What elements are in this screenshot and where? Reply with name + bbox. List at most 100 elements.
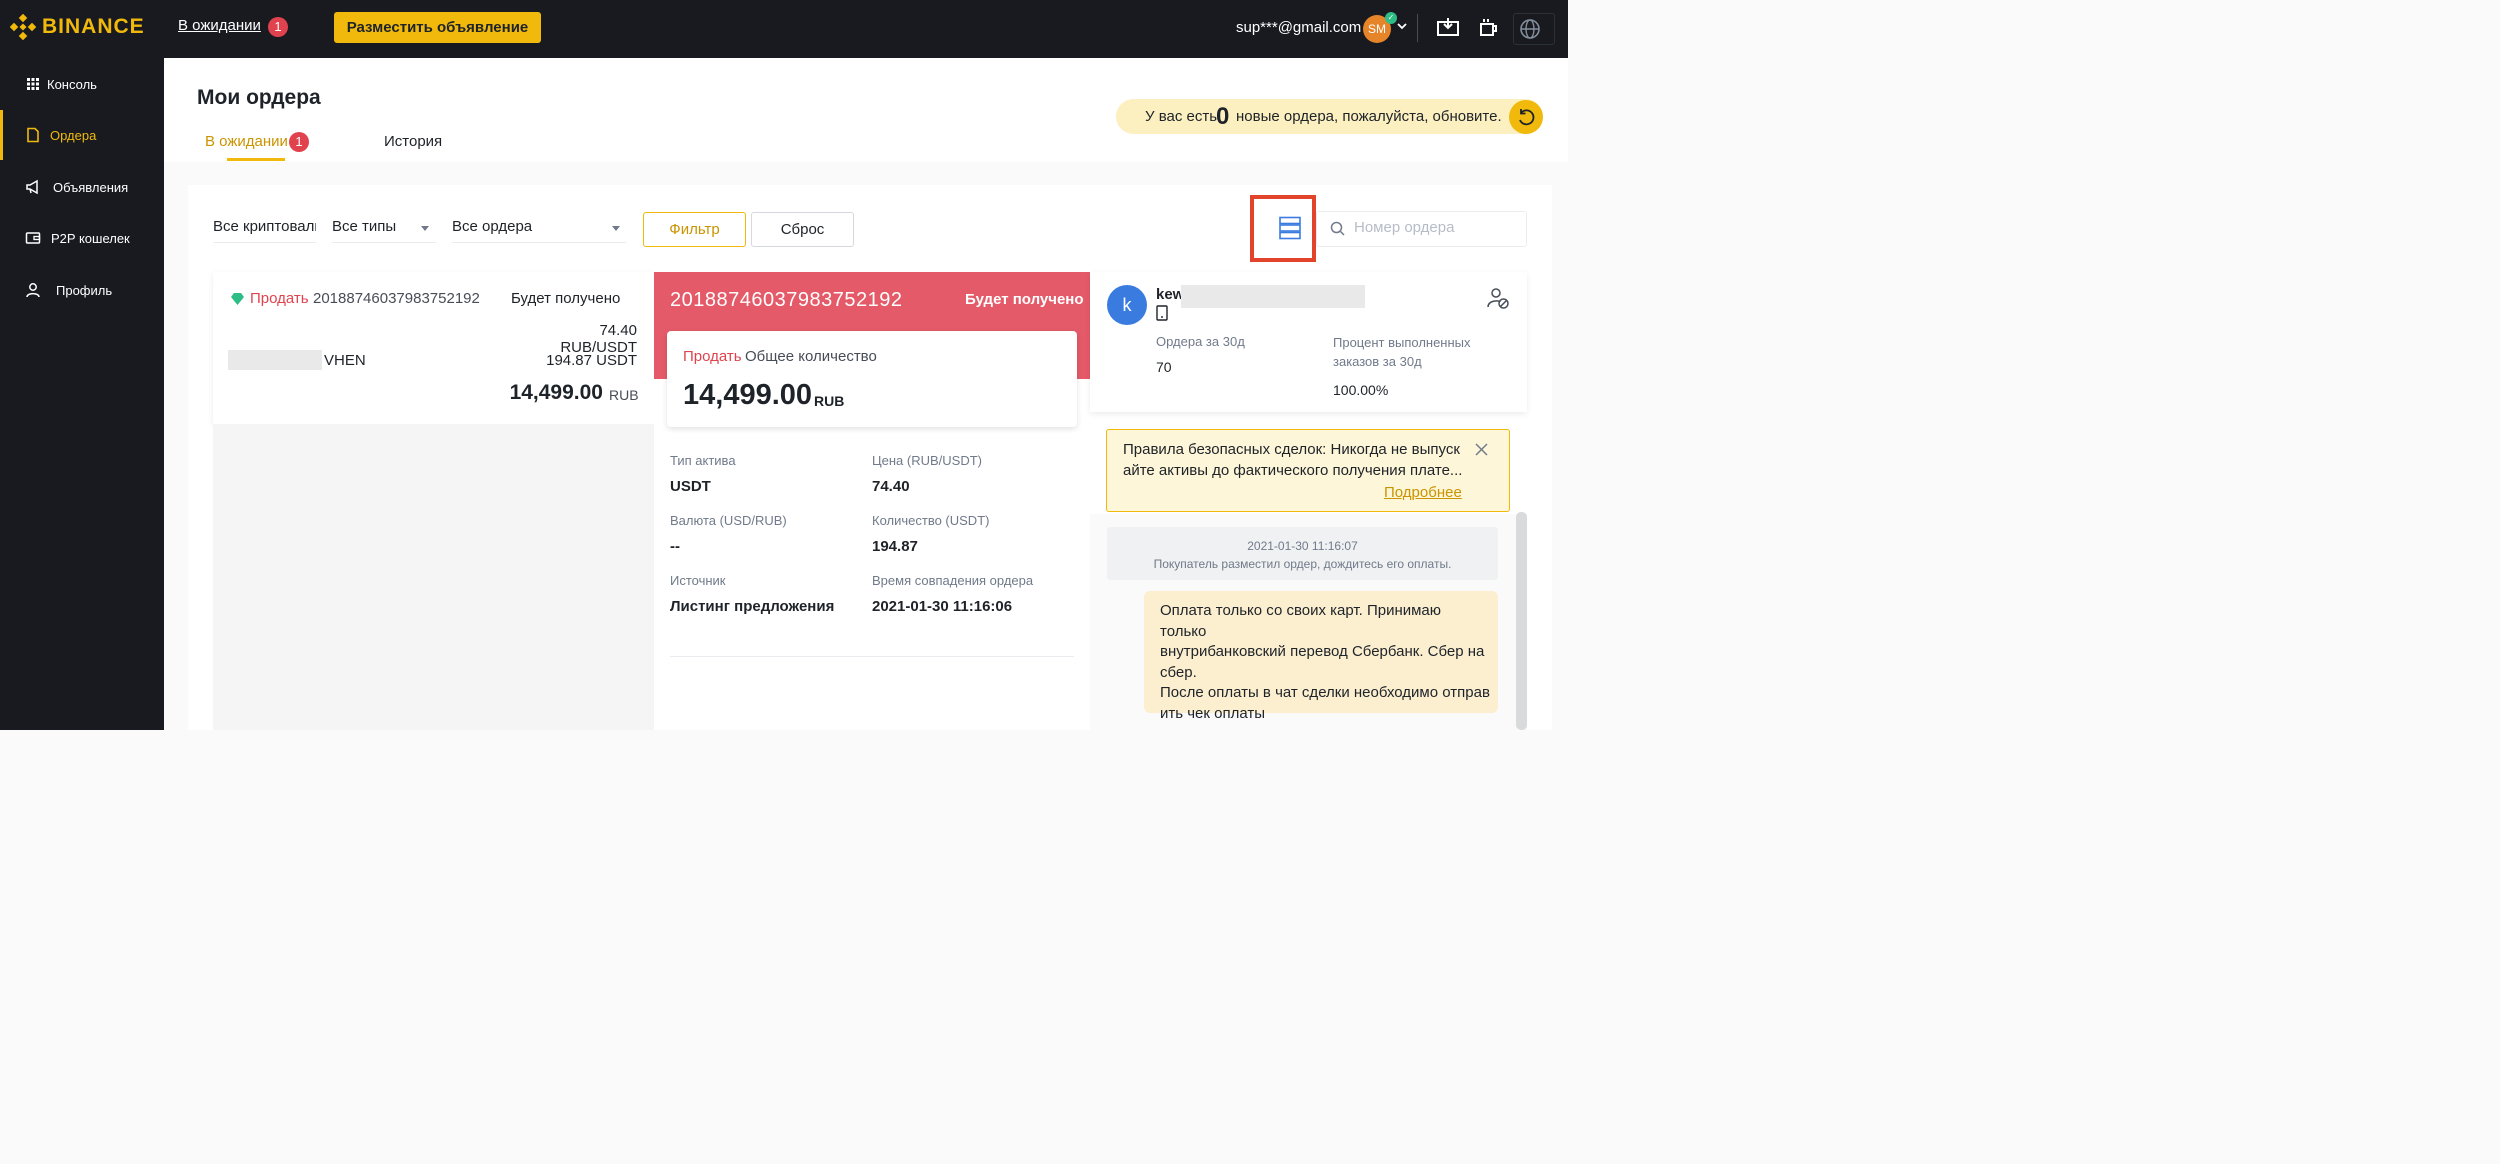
sidebar-item-label: Профиль <box>56 282 113 298</box>
chat-message-line: ить чек оплаты <box>1160 704 1265 722</box>
crypto-select[interactable]: Все криптовалюты <box>213 211 316 243</box>
counterparty-avatar[interactable]: k <box>1107 285 1147 325</box>
chat-scrollbar[interactable] <box>1516 512 1527 730</box>
chat-message-line: сбер. <box>1160 663 1197 681</box>
price-label: Цена (RUB/USDT) <box>872 453 982 468</box>
order-status-select[interactable]: Все ордера <box>452 211 626 243</box>
phone-verified-icon <box>1156 305 1168 321</box>
counterparty-name-suffix: VHEN <box>324 352 366 369</box>
sidebar-item-orders[interactable]: Ордера <box>0 110 164 160</box>
brand-name: BINANCE <box>42 15 145 38</box>
orders-30d-label: Ордера за 30д <box>1156 334 1245 349</box>
download-icon[interactable] <box>1436 16 1460 40</box>
safety-more-link[interactable]: Подробнее <box>1384 484 1462 501</box>
safety-notice-line: Правила безопасных сделок: Никогда не вы… <box>1123 441 1460 458</box>
system-message-time: 2021-01-30 11:16:07 <box>1247 539 1358 553</box>
detail-receive-label: Будет получено <box>965 291 1084 308</box>
document-icon <box>27 127 39 143</box>
list-view-toggle[interactable] <box>1250 195 1316 262</box>
order-amount-currency: RUB <box>609 387 639 403</box>
block-user-icon[interactable] <box>1486 286 1510 310</box>
pending-count-badge: 1 <box>268 17 288 37</box>
asset-type-value: USDT <box>670 478 711 495</box>
redacted-name <box>228 350 322 370</box>
sidebar-item-wallet[interactable]: P2P кошелек <box>0 213 164 263</box>
binance-logo[interactable]: BINANCE <box>10 14 145 40</box>
diamond-icon <box>231 293 244 305</box>
sidebar-item-label: Ордера <box>50 127 97 143</box>
redacted-counterparty-name <box>1181 285 1365 308</box>
tab-pending-count-badge: 1 <box>289 132 309 152</box>
sidebar: Консоль Ордера Объявления P2P кошелек Пр… <box>0 58 164 730</box>
total-currency: RUB <box>814 393 845 409</box>
reset-button[interactable]: Сброс <box>751 212 854 247</box>
completion-rate-value: 100.00% <box>1333 382 1389 398</box>
quantity-label: Количество (USDT) <box>872 513 990 528</box>
detail-side: Продать <box>683 348 742 365</box>
sidebar-item-ads[interactable]: Объявления <box>0 162 164 212</box>
coffee-icon[interactable] <box>1476 16 1500 40</box>
close-icon[interactable] <box>1475 443 1488 456</box>
total-amount: 14,499.00 <box>683 379 813 411</box>
page-title: Мои ордера <box>197 86 321 109</box>
type-dropdown-arrow-icon <box>421 226 429 231</box>
completion-label-line1: Процент выполненных <box>1333 335 1471 350</box>
order-dropdown-arrow-icon <box>612 226 620 231</box>
notice-count: 0 <box>1216 103 1230 130</box>
order-quantity: 194.87 USDT <box>546 352 637 369</box>
filter-button[interactable]: Фильтр <box>643 212 746 247</box>
search-icon <box>1330 221 1345 236</box>
total-label: Общее количество <box>745 348 877 365</box>
price-value: 74.40 <box>872 478 910 495</box>
globe-icon <box>1520 19 1540 39</box>
binance-diamond-icon <box>10 14 36 40</box>
chat-message-line: Оплата только со своих карт. Принимаю то… <box>1160 602 1442 640</box>
chat-message-text: Оплата только со своих карт. Принимаю то… <box>1160 601 1490 724</box>
topbar-divider <box>1417 14 1418 42</box>
quantity-value: 194.87 <box>872 538 918 555</box>
order-side: Продать <box>250 290 309 307</box>
wallet-icon <box>25 232 41 244</box>
currency-label: Валюта (USD/RUB) <box>670 513 787 528</box>
safety-notice-line: айте активы до фактического получения пл… <box>1123 462 1463 479</box>
chat-message-line: внутрибанковский перевод Сбербанк. Сбер … <box>1160 643 1485 660</box>
sidebar-item-label: Объявления <box>53 179 129 195</box>
order-list-empty-area <box>213 424 654 730</box>
source-label: Источник <box>670 573 726 588</box>
user-icon <box>26 283 40 298</box>
order-number[interactable]: 20188746037983752192 <box>313 290 480 307</box>
chat-message-line: После оплаты в чат сделки необходимо отп… <box>1160 684 1490 701</box>
sidebar-item-console[interactable]: Консоль <box>0 59 164 109</box>
user-email[interactable]: sup***@gmail.com <box>1236 19 1361 36</box>
megaphone-icon <box>26 179 38 195</box>
top-navbar: BINANCE В ожидании 1 Разместить объявлен… <box>0 0 1568 58</box>
completion-label-line2: заказов за 30д <box>1333 354 1422 369</box>
orders-30d-value: 70 <box>1156 359 1172 375</box>
active-tab-indicator <box>227 158 285 161</box>
system-message <box>1107 527 1498 580</box>
sidebar-item-profile[interactable]: Профиль <box>0 265 164 315</box>
asset-type-label: Тип актива <box>670 453 736 468</box>
pending-orders-link[interactable]: В ожидании <box>178 17 261 34</box>
order-amount: 14,499.00 <box>509 381 603 404</box>
refresh-button[interactable] <box>1509 100 1543 134</box>
tab-history[interactable]: История <box>384 133 442 150</box>
grid-icon <box>27 78 39 90</box>
receive-label: Будет получено <box>511 290 621 307</box>
chevron-down-icon[interactable] <box>1396 20 1408 32</box>
sidebar-item-label: Консоль <box>47 76 97 92</box>
detail-divider <box>670 656 1074 657</box>
post-ad-button[interactable]: Разместить объявление <box>334 12 541 43</box>
sidebar-item-label: P2P кошелек <box>51 230 130 246</box>
list-view-icon <box>1279 216 1301 240</box>
system-message-text: Покупатель разместил ордер, дождитесь ег… <box>1153 557 1452 571</box>
detail-order-number[interactable]: 20188746037983752192 <box>670 289 902 312</box>
match-time-value: 2021-01-30 11:16:06 <box>872 598 1013 615</box>
tab-pending[interactable]: В ожидании <box>205 133 288 150</box>
match-time-label: Время совпадения ордера <box>872 573 1034 588</box>
refresh-icon <box>1519 109 1535 126</box>
order-number-search-input[interactable] <box>1354 219 1519 236</box>
source-value: Листинг предложения <box>670 598 835 615</box>
safety-notice-text: Правила безопасных сделок: Никогда не вы… <box>1123 439 1468 481</box>
notice-prefix: У вас есть <box>1145 108 1218 125</box>
